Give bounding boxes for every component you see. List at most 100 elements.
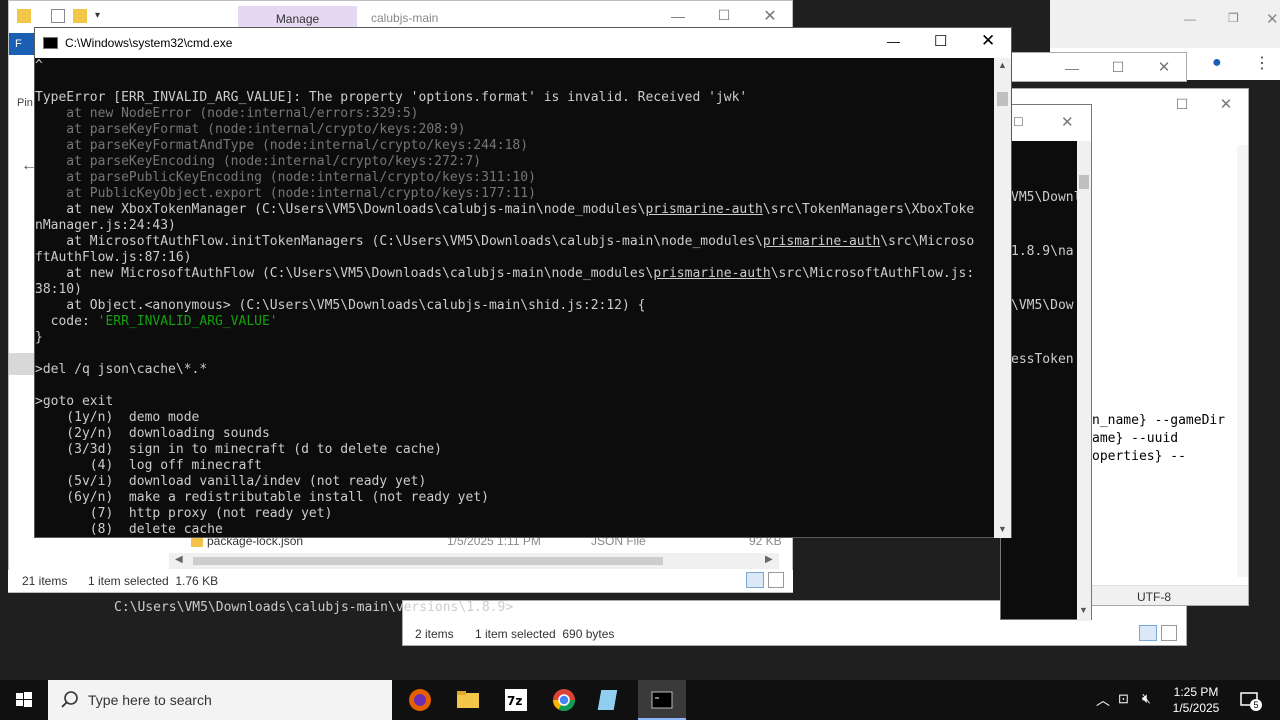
minimize-icon[interactable]: — bbox=[655, 8, 701, 24]
cmd-output[interactable]: ^ TypeError [ERR_INVALID_ARG_VALUE]: The … bbox=[35, 58, 995, 538]
cmd-output-line: TypeError [ERR_INVALID_ARG_VALUE]: The p… bbox=[35, 90, 748, 105]
large-icons-view-icon[interactable] bbox=[1161, 625, 1177, 641]
item-count: 2 items bbox=[415, 627, 454, 641]
cmd-output-line bbox=[35, 378, 995, 394]
close-icon[interactable]: ✕ bbox=[1141, 58, 1186, 76]
cmd-output-line: at parseKeyFormatAndType (node:internal/… bbox=[35, 138, 529, 153]
volume-muted-icon[interactable]: 🔇︎ bbox=[1142, 690, 1151, 707]
background-window-titlebar: — ❐ ✕ bbox=[1050, 0, 1280, 48]
scroll-down-icon[interactable]: ▼ bbox=[998, 524, 1007, 534]
details-view-icon[interactable] bbox=[746, 572, 764, 588]
close-icon[interactable]: ✕ bbox=[1266, 10, 1279, 28]
maximize-icon[interactable]: ☐ bbox=[934, 32, 947, 50]
item-count: 21 items bbox=[22, 574, 68, 588]
cmd-output-line: (4) log off minecraft bbox=[35, 458, 262, 473]
quick-access-dropdown-icon[interactable]: ▾ bbox=[95, 10, 100, 21]
cmd-output-line: at new MicrosoftAuthFlow (C:\Users\VM5\D… bbox=[35, 266, 975, 281]
vertical-scrollbar[interactable] bbox=[1237, 145, 1248, 577]
console2-titlebar: ☐ ✕ bbox=[1001, 105, 1091, 141]
scroll-up-icon[interactable]: ▲ bbox=[998, 60, 1007, 70]
maximize-icon[interactable]: ☐ bbox=[1095, 59, 1141, 76]
vertical-scrollbar[interactable]: ▲ ▼ bbox=[994, 58, 1011, 538]
7zip-icon[interactable]: 7z bbox=[492, 680, 540, 720]
cmd-output-line: ^ bbox=[35, 58, 43, 73]
cmd-output-line: at parsePublicKeyEncoding (node:internal… bbox=[35, 170, 536, 185]
cmd-titlebar[interactable]: C:\Windows\system32\cmd.exe — ☐ ✕ bbox=[35, 28, 1011, 58]
cmd-title: C:\Windows\system32\cmd.exe bbox=[65, 36, 233, 50]
new-folder-icon[interactable] bbox=[73, 9, 87, 23]
close-icon[interactable]: ✕ bbox=[1203, 95, 1248, 113]
notepad-line: ame} --uuid bbox=[1092, 431, 1179, 446]
taskbar-search-box[interactable]: Type here to search bbox=[48, 680, 392, 720]
scrollbar-thumb[interactable] bbox=[997, 92, 1008, 106]
cmd-output-line: (1y/n) demo mode bbox=[35, 410, 200, 425]
more-options-icon[interactable]: ⋮ bbox=[1254, 53, 1270, 73]
cmd-output-line: at PublicKeyObject.export (node:internal… bbox=[35, 186, 536, 201]
cmd-output-line: (5v/i) download vanilla/indev (not ready… bbox=[35, 474, 427, 489]
notepad-text[interactable]: n_name} --gameDir ame} --uuid operties} … bbox=[1092, 412, 1225, 466]
start-button[interactable] bbox=[0, 680, 48, 720]
maximize-icon[interactable]: ☐ bbox=[1159, 96, 1205, 113]
notepad-app-icon[interactable] bbox=[588, 680, 636, 720]
folder-icon bbox=[17, 9, 31, 23]
explorer-title: calubjs-main bbox=[371, 11, 439, 25]
notification-count-badge: 5 bbox=[1250, 699, 1262, 711]
scroll-down-icon[interactable]: ▼ bbox=[1079, 605, 1088, 615]
clock-time: 1:25 PM bbox=[1173, 685, 1219, 699]
taskbar-clock[interactable]: 1:25 PM 1/5/2025 bbox=[1168, 684, 1224, 716]
scroll-right-icon[interactable]: ▶ bbox=[765, 554, 773, 565]
notepad-line: operties} -- bbox=[1092, 449, 1186, 464]
cmd-icon bbox=[43, 37, 58, 49]
minimize-icon[interactable]: — bbox=[1184, 12, 1196, 26]
minimize-icon[interactable]: — bbox=[887, 34, 900, 49]
cmd-output-line: (7) http proxy (not ready yet) bbox=[35, 506, 333, 521]
vertical-scrollbar[interactable]: ▼ bbox=[1077, 141, 1091, 621]
cmd-taskbar-icon[interactable] bbox=[638, 680, 686, 720]
firefox-icon[interactable] bbox=[396, 680, 444, 720]
user-icon[interactable]: ● bbox=[1212, 54, 1232, 74]
scroll-left-icon[interactable]: ◀ bbox=[175, 554, 183, 565]
pin-label[interactable]: Pin bbox=[17, 97, 33, 109]
properties-icon[interactable] bbox=[51, 9, 65, 23]
console2-line: 1.8.9\na bbox=[1011, 244, 1074, 259]
large-icons-view-icon[interactable] bbox=[768, 572, 784, 588]
maximize-icon[interactable]: ☐ bbox=[1013, 115, 1024, 129]
cmd-output-line: at Object.<anonymous> (C:\Users\VM5\Down… bbox=[35, 298, 646, 313]
clock-date: 1/5/2025 bbox=[1172, 701, 1220, 715]
cmd-window: C:\Windows\system32\cmd.exe — ☐ ✕ ^ TypeE… bbox=[34, 27, 1012, 538]
horizontal-scrollbar[interactable]: ◀ ▶ bbox=[169, 553, 779, 569]
details-view-icon[interactable] bbox=[1139, 625, 1157, 641]
console2-line: \VM5\Dow bbox=[1011, 298, 1074, 313]
restore-icon[interactable]: ❐ bbox=[1228, 11, 1239, 25]
show-hidden-icons-icon[interactable]: ︿ bbox=[1096, 690, 1110, 710]
explorer-status-bar: 21 items 1 item selected 1.76 KB bbox=[8, 570, 793, 592]
console2-text: VM5\Downl 1.8.9\na \VM5\Dow essToken bbox=[1011, 153, 1081, 405]
notepad-line: n_name} --gameDir bbox=[1092, 413, 1226, 428]
cmd-output-line: >del /q json\cache\*.* bbox=[35, 362, 208, 377]
selection-info: 1 item selected 1.76 KB bbox=[88, 574, 219, 588]
cmd-output-line: at parseKeyEncoding (node:internal/crypt… bbox=[35, 154, 482, 169]
console-prompt-line[interactable]: C:\Users\VM5\Downloads\calubjs-main\vers… bbox=[114, 600, 513, 615]
windows-logo-icon bbox=[16, 692, 32, 707]
svg-text:7z: 7z bbox=[507, 694, 522, 708]
minimize-icon[interactable]: — bbox=[1049, 60, 1095, 76]
scrollbar-thumb[interactable] bbox=[1079, 175, 1089, 189]
close-icon[interactable]: ✕ bbox=[747, 6, 792, 26]
notification-center-icon[interactable]: 5 bbox=[1238, 688, 1262, 712]
cmd-output-line bbox=[35, 74, 995, 90]
close-icon[interactable]: ✕ bbox=[981, 31, 995, 51]
chrome-icon[interactable] bbox=[540, 680, 588, 720]
search-icon bbox=[61, 691, 78, 708]
scrollbar-thumb[interactable] bbox=[193, 557, 663, 565]
cmd-output-line: at MicrosoftAuthFlow.initTokenManagers (… bbox=[35, 234, 975, 249]
cmd-output-line: at new XboxTokenManager (C:\Users\VM5\Do… bbox=[35, 202, 975, 217]
file-explorer-icon[interactable] bbox=[444, 680, 492, 720]
background-window: — ☐ ✕ bbox=[1000, 52, 1187, 82]
network-icon[interactable]: ⊡ bbox=[1118, 691, 1129, 707]
cmd-output-line: (2y/n) downloading sounds bbox=[35, 426, 270, 441]
console2-line: VM5\Downl bbox=[1011, 190, 1082, 205]
cmd-output-line: 38:10) bbox=[35, 282, 82, 297]
cmd-output-line: (3/3d) sign in to minecraft (d to delete… bbox=[35, 442, 442, 457]
maximize-icon[interactable]: ☐ bbox=[701, 7, 747, 24]
close-icon[interactable]: ✕ bbox=[1061, 113, 1074, 131]
